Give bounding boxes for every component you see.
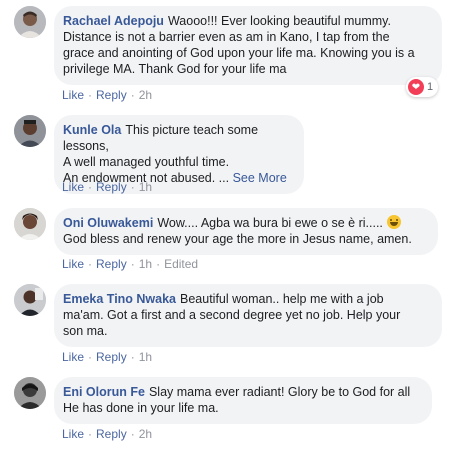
- comment-actions: Like · Reply · 1h: [62, 350, 153, 364]
- comment-actions: Like · Reply · 1h · Edited: [62, 257, 199, 271]
- comment-author[interactable]: Emeka Tino Nwaka: [63, 292, 176, 306]
- reply-button[interactable]: Reply: [96, 427, 127, 441]
- heart-reaction-icon: ❤: [408, 79, 424, 95]
- avatar[interactable]: [14, 284, 46, 316]
- like-button[interactable]: Like: [62, 88, 84, 102]
- timestamp[interactable]: 1h: [139, 350, 152, 364]
- like-button[interactable]: Like: [62, 180, 84, 194]
- timestamp[interactable]: 1h: [139, 180, 152, 194]
- like-button[interactable]: Like: [62, 427, 84, 441]
- timestamp[interactable]: 2h: [139, 88, 152, 102]
- comment-author[interactable]: Eni Olorun Fe: [63, 385, 145, 399]
- grinning-face-emoji: [386, 215, 401, 229]
- reaction-summary[interactable]: ❤ 1: [406, 77, 439, 97]
- comment-text: He has done in your life ma.: [63, 401, 219, 415]
- comment-text: privilege MA. Thank God for your life ma: [63, 62, 287, 76]
- comment-text: A well managed youthful time.: [63, 155, 230, 169]
- avatar[interactable]: [14, 115, 46, 147]
- comment-text: Slay mama ever radiant! Glory be to God …: [148, 385, 411, 399]
- comment-text: Beautiful woman.. help me with a job: [180, 292, 384, 306]
- reply-button[interactable]: Reply: [96, 180, 127, 194]
- comment-text: ma'am. Got a first and a second degree y…: [63, 308, 401, 322]
- comment-bubble: Emeka Tino Nwaka Beautiful woman.. help m…: [54, 284, 442, 347]
- reply-button[interactable]: Reply: [96, 350, 127, 364]
- comment-author[interactable]: Kunle Ola: [63, 123, 121, 137]
- timestamp[interactable]: 2h: [139, 427, 152, 441]
- comment-bubble: Eni Olorun Fe Slay mama ever radiant! Glo…: [54, 377, 432, 424]
- reply-button[interactable]: Reply: [96, 88, 127, 102]
- comment-actions: Like · Reply · 2h: [62, 427, 153, 441]
- see-more-link[interactable]: See More: [233, 171, 287, 185]
- reply-button[interactable]: Reply: [96, 257, 127, 271]
- like-button[interactable]: Like: [62, 350, 84, 364]
- timestamp[interactable]: 1h: [139, 257, 152, 271]
- comment-text: son ma.: [63, 324, 108, 338]
- like-button[interactable]: Like: [62, 257, 84, 271]
- avatar[interactable]: [14, 377, 46, 409]
- comment-text: God bless and renew your age the more in…: [63, 232, 412, 246]
- comment-author[interactable]: Rachael Adepoju: [63, 14, 164, 28]
- comment-bubble: Rachael Adepoju Waooo!!! Ever looking bea…: [54, 6, 442, 85]
- avatar[interactable]: [14, 6, 46, 38]
- comment-text: Distance is not a barrier even as am in …: [63, 30, 390, 44]
- comment-actions: Like · Reply · 2h: [62, 88, 153, 102]
- comment-text: grace and anointing of God upon your lif…: [63, 46, 415, 60]
- comment-author[interactable]: Oni Oluwakemi: [63, 216, 153, 230]
- comment-actions: Like · Reply · 1h: [62, 180, 153, 194]
- comment-text: Waooo!!! Ever looking beautiful mummy.: [167, 14, 391, 28]
- comment-bubble: Oni Oluwakemi Wow.... Agba wa bura bi ewe…: [54, 208, 438, 255]
- avatar[interactable]: [14, 208, 46, 240]
- edited-label[interactable]: Edited: [164, 257, 198, 271]
- comment-text: Wow.... Agba wa bura bi ewe o se è ri...…: [157, 216, 383, 230]
- reaction-count: 1: [427, 81, 434, 93]
